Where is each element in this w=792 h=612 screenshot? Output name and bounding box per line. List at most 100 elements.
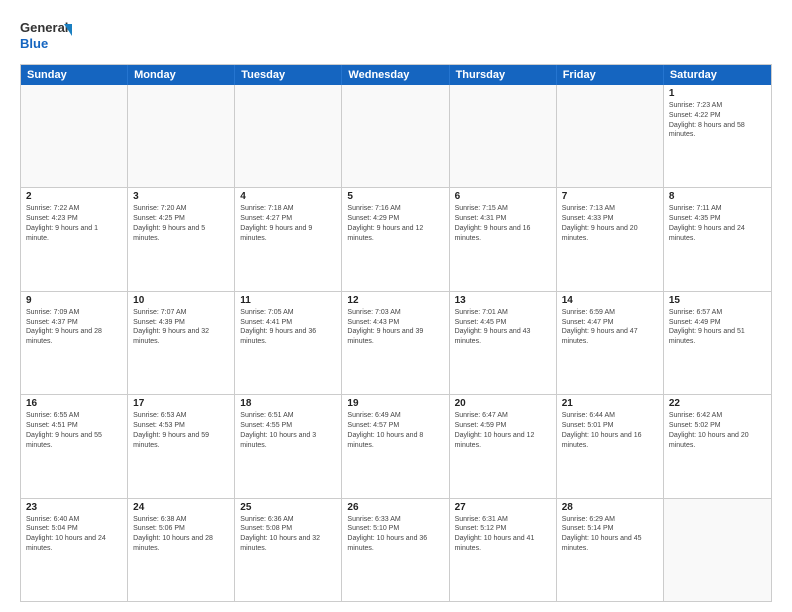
calendar-day-2: 2 Sunrise: 7:22 AM Sunset: 4:23 PM Daylig… <box>21 188 128 290</box>
calendar-day-5: 5 Sunrise: 7:16 AM Sunset: 4:29 PM Daylig… <box>342 188 449 290</box>
calendar-day-23: 23Sunrise: 6:40 AM Sunset: 5:04 PM Dayli… <box>21 499 128 601</box>
calendar-body: 1 Sunrise: 7:23 AM Sunset: 4:22 PM Daylig… <box>21 85 771 601</box>
day-info: Sunrise: 6:55 AM Sunset: 4:51 PM Dayligh… <box>26 411 122 450</box>
day-info: Sunrise: 6:49 AM Sunset: 4:57 PM Dayligh… <box>347 411 443 450</box>
day-number: 15 <box>669 295 766 306</box>
day-header-wednesday: Wednesday <box>342 65 449 85</box>
calendar-week-4: 16 Sunrise: 6:55 AM Sunset: 4:51 PM Dayli… <box>21 395 771 498</box>
day-number: 21 <box>562 398 658 409</box>
day-number: 9 <box>26 295 122 306</box>
day-info: Sunrise: 6:44 AM Sunset: 5:01 PM Dayligh… <box>562 411 658 450</box>
day-info: Sunrise: 7:03 AM Sunset: 4:43 PM Dayligh… <box>347 308 443 347</box>
day-number: 6 <box>455 191 551 202</box>
day-header-tuesday: Tuesday <box>235 65 342 85</box>
calendar-day-14: 14 Sunrise: 6:59 AM Sunset: 4:47 PM Dayli… <box>557 292 664 394</box>
calendar-day-3: 3 Sunrise: 7:20 AM Sunset: 4:25 PM Daylig… <box>128 188 235 290</box>
day-number: 13 <box>455 295 551 306</box>
calendar-day-22: 22 Sunrise: 6:42 AM Sunset: 5:02 PM Dayli… <box>664 395 771 497</box>
calendar-day-15: 15 Sunrise: 6:57 AM Sunset: 4:49 PM Dayli… <box>664 292 771 394</box>
calendar-day-21: 21 Sunrise: 6:44 AM Sunset: 5:01 PM Dayli… <box>557 395 664 497</box>
day-header-saturday: Saturday <box>664 65 771 85</box>
day-number: 17 <box>133 398 229 409</box>
day-info: Sunrise: 7:05 AM Sunset: 4:41 PM Dayligh… <box>240 308 336 347</box>
calendar-empty-cell <box>342 85 449 187</box>
day-number: 27 <box>455 502 551 513</box>
calendar-day-16: 16 Sunrise: 6:55 AM Sunset: 4:51 PM Dayli… <box>21 395 128 497</box>
day-info: Sunrise: 7:15 AM Sunset: 4:31 PM Dayligh… <box>455 204 551 243</box>
day-info: Sunrise: 7:01 AM Sunset: 4:45 PM Dayligh… <box>455 308 551 347</box>
day-info: Sunrise: 7:18 AM Sunset: 4:27 PM Dayligh… <box>240 204 336 243</box>
day-number: 18 <box>240 398 336 409</box>
logo-svg: GeneralBlue <box>20 16 72 56</box>
day-number: 14 <box>562 295 658 306</box>
day-number: 16 <box>26 398 122 409</box>
calendar-day-27: 27 Sunrise: 6:31 AM Sunset: 5:12 PM Dayli… <box>450 499 557 601</box>
calendar-day-17: 17 Sunrise: 6:53 AM Sunset: 4:53 PM Dayli… <box>128 395 235 497</box>
day-number: 7 <box>562 191 658 202</box>
calendar-day-12: 12 Sunrise: 7:03 AM Sunset: 4:43 PM Dayli… <box>342 292 449 394</box>
day-number: 12 <box>347 295 443 306</box>
day-info: Sunrise: 7:13 AM Sunset: 4:33 PM Dayligh… <box>562 204 658 243</box>
day-info: Sunrise: 6:36 AM Sunset: 5:08 PM Dayligh… <box>240 515 336 554</box>
day-info: Sunrise: 7:20 AM Sunset: 4:25 PM Dayligh… <box>133 204 229 243</box>
day-info: Sunrise: 7:16 AM Sunset: 4:29 PM Dayligh… <box>347 204 443 243</box>
calendar-day-7: 7 Sunrise: 7:13 AM Sunset: 4:33 PM Daylig… <box>557 188 664 290</box>
calendar-day-8: 8Sunrise: 7:11 AM Sunset: 4:35 PM Daylig… <box>664 188 771 290</box>
day-number: 26 <box>347 502 443 513</box>
calendar-empty-cell <box>557 85 664 187</box>
calendar-day-1: 1 Sunrise: 7:23 AM Sunset: 4:22 PM Daylig… <box>664 85 771 187</box>
day-info: Sunrise: 6:53 AM Sunset: 4:53 PM Dayligh… <box>133 411 229 450</box>
calendar-day-11: 11 Sunrise: 7:05 AM Sunset: 4:41 PM Dayli… <box>235 292 342 394</box>
calendar-day-28: 28 Sunrise: 6:29 AM Sunset: 5:14 PM Dayli… <box>557 499 664 601</box>
calendar-day-18: 18Sunrise: 6:51 AM Sunset: 4:55 PM Dayli… <box>235 395 342 497</box>
day-number: 1 <box>669 88 766 99</box>
day-number: 5 <box>347 191 443 202</box>
calendar-empty-cell <box>235 85 342 187</box>
day-info: Sunrise: 6:31 AM Sunset: 5:12 PM Dayligh… <box>455 515 551 554</box>
calendar-week-2: 2 Sunrise: 7:22 AM Sunset: 4:23 PM Daylig… <box>21 188 771 291</box>
day-info: Sunrise: 6:29 AM Sunset: 5:14 PM Dayligh… <box>562 515 658 554</box>
calendar-week-5: 23Sunrise: 6:40 AM Sunset: 5:04 PM Dayli… <box>21 499 771 601</box>
day-info: Sunrise: 7:23 AM Sunset: 4:22 PM Dayligh… <box>669 101 766 140</box>
calendar-day-9: 9 Sunrise: 7:09 AM Sunset: 4:37 PM Daylig… <box>21 292 128 394</box>
day-info: Sunrise: 7:09 AM Sunset: 4:37 PM Dayligh… <box>26 308 122 347</box>
day-info: Sunrise: 6:33 AM Sunset: 5:10 PM Dayligh… <box>347 515 443 554</box>
calendar-week-1: 1 Sunrise: 7:23 AM Sunset: 4:22 PM Daylig… <box>21 85 771 188</box>
calendar-day-20: 20 Sunrise: 6:47 AM Sunset: 4:59 PM Dayli… <box>450 395 557 497</box>
calendar-empty-cell <box>128 85 235 187</box>
day-header-sunday: Sunday <box>21 65 128 85</box>
day-info: Sunrise: 7:22 AM Sunset: 4:23 PM Dayligh… <box>26 204 122 243</box>
calendar-day-25: 25 Sunrise: 6:36 AM Sunset: 5:08 PM Dayli… <box>235 499 342 601</box>
logo: GeneralBlue <box>20 16 72 56</box>
day-number: 24 <box>133 502 229 513</box>
calendar-week-3: 9 Sunrise: 7:09 AM Sunset: 4:37 PM Daylig… <box>21 292 771 395</box>
day-number: 4 <box>240 191 336 202</box>
day-number: 20 <box>455 398 551 409</box>
day-number: 11 <box>240 295 336 306</box>
day-number: 23 <box>26 502 122 513</box>
calendar-day-24: 24 Sunrise: 6:38 AM Sunset: 5:06 PM Dayli… <box>128 499 235 601</box>
day-number: 28 <box>562 502 658 513</box>
page-header: GeneralBlue <box>20 16 772 56</box>
calendar-day-26: 26 Sunrise: 6:33 AM Sunset: 5:10 PM Dayli… <box>342 499 449 601</box>
calendar-empty-cell <box>664 499 771 601</box>
day-info: Sunrise: 7:07 AM Sunset: 4:39 PM Dayligh… <box>133 308 229 347</box>
day-info: Sunrise: 6:57 AM Sunset: 4:49 PM Dayligh… <box>669 308 766 347</box>
day-info: Sunrise: 6:47 AM Sunset: 4:59 PM Dayligh… <box>455 411 551 450</box>
day-number: 10 <box>133 295 229 306</box>
svg-text:General: General <box>20 20 68 35</box>
svg-text:Blue: Blue <box>20 36 48 51</box>
day-info: Sunrise: 6:59 AM Sunset: 4:47 PM Dayligh… <box>562 308 658 347</box>
calendar-day-4: 4 Sunrise: 7:18 AM Sunset: 4:27 PM Daylig… <box>235 188 342 290</box>
calendar: SundayMondayTuesdayWednesdayThursdayFrid… <box>20 64 772 602</box>
day-number: 3 <box>133 191 229 202</box>
day-info: Sunrise: 6:42 AM Sunset: 5:02 PM Dayligh… <box>669 411 766 450</box>
day-header-thursday: Thursday <box>450 65 557 85</box>
day-number: 19 <box>347 398 443 409</box>
day-number: 8 <box>669 191 766 202</box>
calendar-empty-cell <box>450 85 557 187</box>
day-number: 2 <box>26 191 122 202</box>
day-info: Sunrise: 6:38 AM Sunset: 5:06 PM Dayligh… <box>133 515 229 554</box>
day-number: 25 <box>240 502 336 513</box>
day-number: 22 <box>669 398 766 409</box>
